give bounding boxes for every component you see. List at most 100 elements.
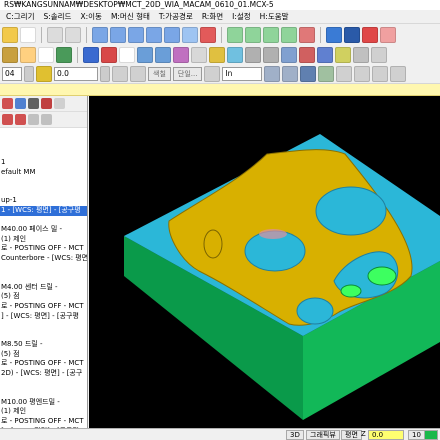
tree-item[interactable]: (5) 점 — [0, 292, 87, 302]
tree-item[interactable]: 로 - POSTING OFF - MCT — [0, 417, 87, 427]
globe-icon[interactable] — [326, 26, 342, 43]
analyze-icon[interactable] — [371, 46, 387, 63]
grid-icon[interactable] — [264, 65, 281, 82]
help-icon[interactable] — [54, 98, 65, 109]
tree-item[interactable] — [0, 187, 87, 197]
single-button[interactable]: 단일... — [172, 66, 203, 81]
toggle-display-icon[interactable] — [41, 114, 52, 125]
tree-item[interactable]: 로 - POSTING OFF - MCT — [0, 302, 87, 312]
level-field[interactable]: 04 — [2, 66, 22, 81]
tree-item[interactable]: M40.00 페이스 밀 - — [0, 225, 87, 235]
tree-item[interactable]: 1 - [WCS: 평면] - [공구평 — [0, 205, 87, 216]
corner-icon[interactable] — [38, 46, 54, 63]
redo-icon[interactable] — [65, 26, 81, 43]
rectangle-icon[interactable] — [56, 46, 72, 63]
tree-item[interactable] — [0, 216, 87, 226]
menu-draw[interactable]: C:그리기 — [6, 10, 34, 23]
regen-icon[interactable] — [15, 98, 26, 109]
zoom-in-icon[interactable] — [128, 26, 144, 43]
tree-item[interactable] — [0, 331, 87, 341]
lock-op-icon[interactable] — [28, 114, 39, 125]
surface-icon[interactable] — [191, 46, 207, 63]
move-up-icon[interactable] — [15, 114, 26, 125]
tree-item[interactable]: (5) 점 — [0, 350, 87, 360]
fit-icon[interactable] — [164, 26, 180, 43]
boolean-icon[interactable] — [299, 46, 315, 63]
post-icon[interactable] — [353, 46, 369, 63]
menu-machine-type[interactable]: M:머신 형태 — [111, 10, 150, 23]
backplot-icon[interactable] — [317, 46, 333, 63]
tree-item[interactable] — [0, 264, 87, 274]
menu-toolpaths[interactable]: T:가공경로 — [159, 10, 193, 23]
tree-item[interactable] — [0, 321, 87, 331]
verify-icon[interactable] — [335, 46, 351, 63]
mirror-icon[interactable] — [101, 46, 117, 63]
tree-item[interactable] — [0, 177, 87, 187]
contour-icon[interactable] — [137, 46, 153, 63]
fillet-icon[interactable] — [281, 46, 297, 63]
shading-button[interactable]: 색칠 — [148, 66, 171, 81]
chamfer-icon[interactable] — [227, 46, 243, 63]
snap-icon[interactable] — [282, 65, 299, 82]
tree-item[interactable] — [0, 379, 87, 389]
revolve-icon[interactable] — [263, 46, 279, 63]
menu-solids[interactable]: S:솔리드 — [43, 10, 71, 23]
face-icon[interactable] — [173, 46, 189, 63]
iso-view-icon[interactable] — [227, 26, 243, 43]
line-style-icon[interactable] — [112, 65, 128, 82]
measure-icon[interactable] — [336, 65, 353, 82]
new-icon[interactable] — [2, 26, 18, 43]
z-value-field[interactable]: 0.0 — [368, 430, 404, 440]
chevron-down-icon[interactable] — [100, 65, 110, 82]
tree-item[interactable]: 로 - POSTING OFF - MCT — [0, 244, 87, 254]
shade-icon[interactable] — [380, 26, 396, 43]
front-view-icon[interactable] — [263, 26, 279, 43]
line-icon[interactable] — [2, 46, 18, 63]
post-output-icon[interactable] — [41, 98, 52, 109]
open-icon[interactable] — [20, 26, 36, 43]
no-icon[interactable] — [372, 65, 389, 82]
point-icon[interactable] — [354, 65, 371, 82]
line-width-icon[interactable] — [130, 65, 146, 82]
tree-item[interactable]: (1) 제인 — [0, 235, 87, 245]
drill-icon[interactable] — [119, 46, 135, 63]
top-view-icon[interactable] — [245, 26, 261, 43]
menu-xform[interactable]: X:이동 — [80, 10, 101, 23]
status-extra[interactable]: 10 — [408, 430, 425, 440]
solid-icon[interactable] — [209, 46, 225, 63]
offset-icon[interactable] — [318, 65, 335, 82]
undo-icon[interactable] — [47, 26, 63, 43]
lock-icon[interactable] — [204, 65, 221, 82]
trim-icon[interactable] — [83, 46, 99, 63]
eraser-icon[interactable] — [362, 26, 378, 43]
tree-item[interactable]: M4.00 센터 드릴 - — [0, 283, 87, 293]
zoom-icon[interactable] — [110, 26, 126, 43]
g1-icon[interactable] — [28, 98, 39, 109]
tree-item[interactable]: 2D) - [WCS: 평면] - [공구 — [0, 369, 87, 379]
graphic-view-button[interactable]: 그래픽뷰 — [306, 430, 340, 440]
tree-item[interactable]: 로 - POSTING OFF - MCT — [0, 359, 87, 369]
menu-settings[interactable]: I:설정 — [232, 10, 251, 23]
tree-item[interactable]: M10.00 평엔드밀 - — [0, 398, 87, 408]
mode-3d-button[interactable]: 3D — [286, 430, 304, 440]
pocket-icon[interactable] — [155, 46, 171, 63]
view-cube-icon[interactable] — [299, 26, 315, 43]
tree-item[interactable] — [0, 388, 87, 398]
clear-icon[interactable] — [390, 65, 407, 82]
move-down-icon[interactable] — [2, 114, 13, 125]
table-icon[interactable] — [300, 65, 317, 82]
graphics-viewport[interactable] — [89, 96, 440, 428]
color-icon[interactable] — [36, 65, 52, 82]
tree-item[interactable] — [0, 273, 87, 283]
menu-help[interactable]: H:도움말 — [260, 10, 289, 23]
tree-item[interactable]: Counterbore - [WCS: 평면] — [0, 254, 87, 264]
tree-item[interactable]: ] - [WCS: 평면] - [공구평 — [0, 312, 87, 322]
right-view-icon[interactable] — [281, 26, 297, 43]
pan-icon[interactable] — [182, 26, 198, 43]
zoom-window-icon[interactable] — [92, 26, 108, 43]
select-all-icon[interactable] — [2, 98, 13, 109]
delete-icon[interactable] — [200, 26, 216, 43]
extrude-icon[interactable] — [245, 46, 261, 63]
z-depth-field[interactable]: 0.0 — [54, 66, 98, 81]
zoom-out-icon[interactable] — [146, 26, 162, 43]
